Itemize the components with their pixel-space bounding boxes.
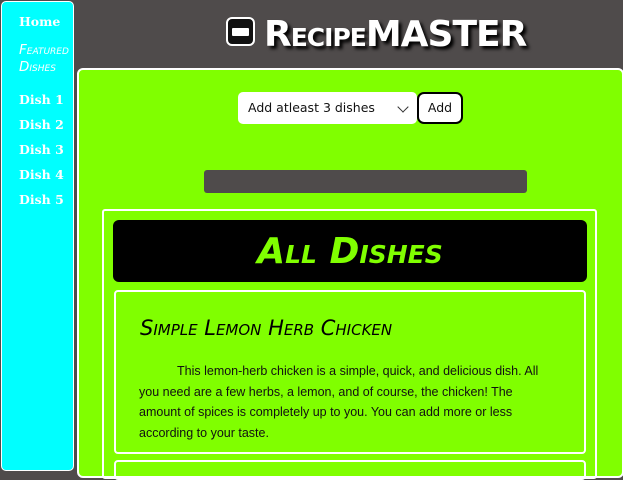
- chevron-down-icon: [397, 101, 409, 113]
- all-dishes-header: All Dishes: [113, 220, 587, 282]
- brand-recipe: Recipe: [264, 14, 367, 55]
- sidebar-item-dish-3[interactable]: Dish 3: [19, 142, 64, 157]
- cookbook-logo-icon: [226, 17, 255, 46]
- sidebar: Home Featured Dishes Dish 1 Dish 2 Dish …: [1, 1, 74, 471]
- dish-card-description: This lemon-herb chicken is a simple, qui…: [139, 364, 539, 440]
- dish-select-value: Add atleast 3 dishes: [248, 100, 375, 115]
- logo-badge: [232, 27, 249, 36]
- selected-dishes-bar: [204, 170, 527, 193]
- dish-card-title: Simple Lemon Herb Chicken: [140, 316, 393, 340]
- sidebar-item-dish-2[interactable]: Dish 2: [19, 117, 64, 132]
- sidebar-featured-heading: Featured Dishes: [19, 42, 69, 75]
- dish-card: [114, 460, 586, 480]
- sidebar-item-home[interactable]: Home: [19, 14, 60, 29]
- brand-title: RecipeMASTER: [264, 14, 527, 56]
- dish-select[interactable]: Add atleast 3 dishes: [238, 92, 417, 124]
- add-button[interactable]: Add: [417, 92, 463, 124]
- sidebar-item-dish-4[interactable]: Dish 4: [19, 167, 64, 182]
- all-dishes-title: All Dishes: [257, 230, 443, 272]
- sidebar-item-dish-5[interactable]: Dish 5: [19, 192, 64, 207]
- sidebar-item-dish-1[interactable]: Dish 1: [19, 92, 64, 107]
- brand-master: MASTER: [365, 14, 527, 55]
